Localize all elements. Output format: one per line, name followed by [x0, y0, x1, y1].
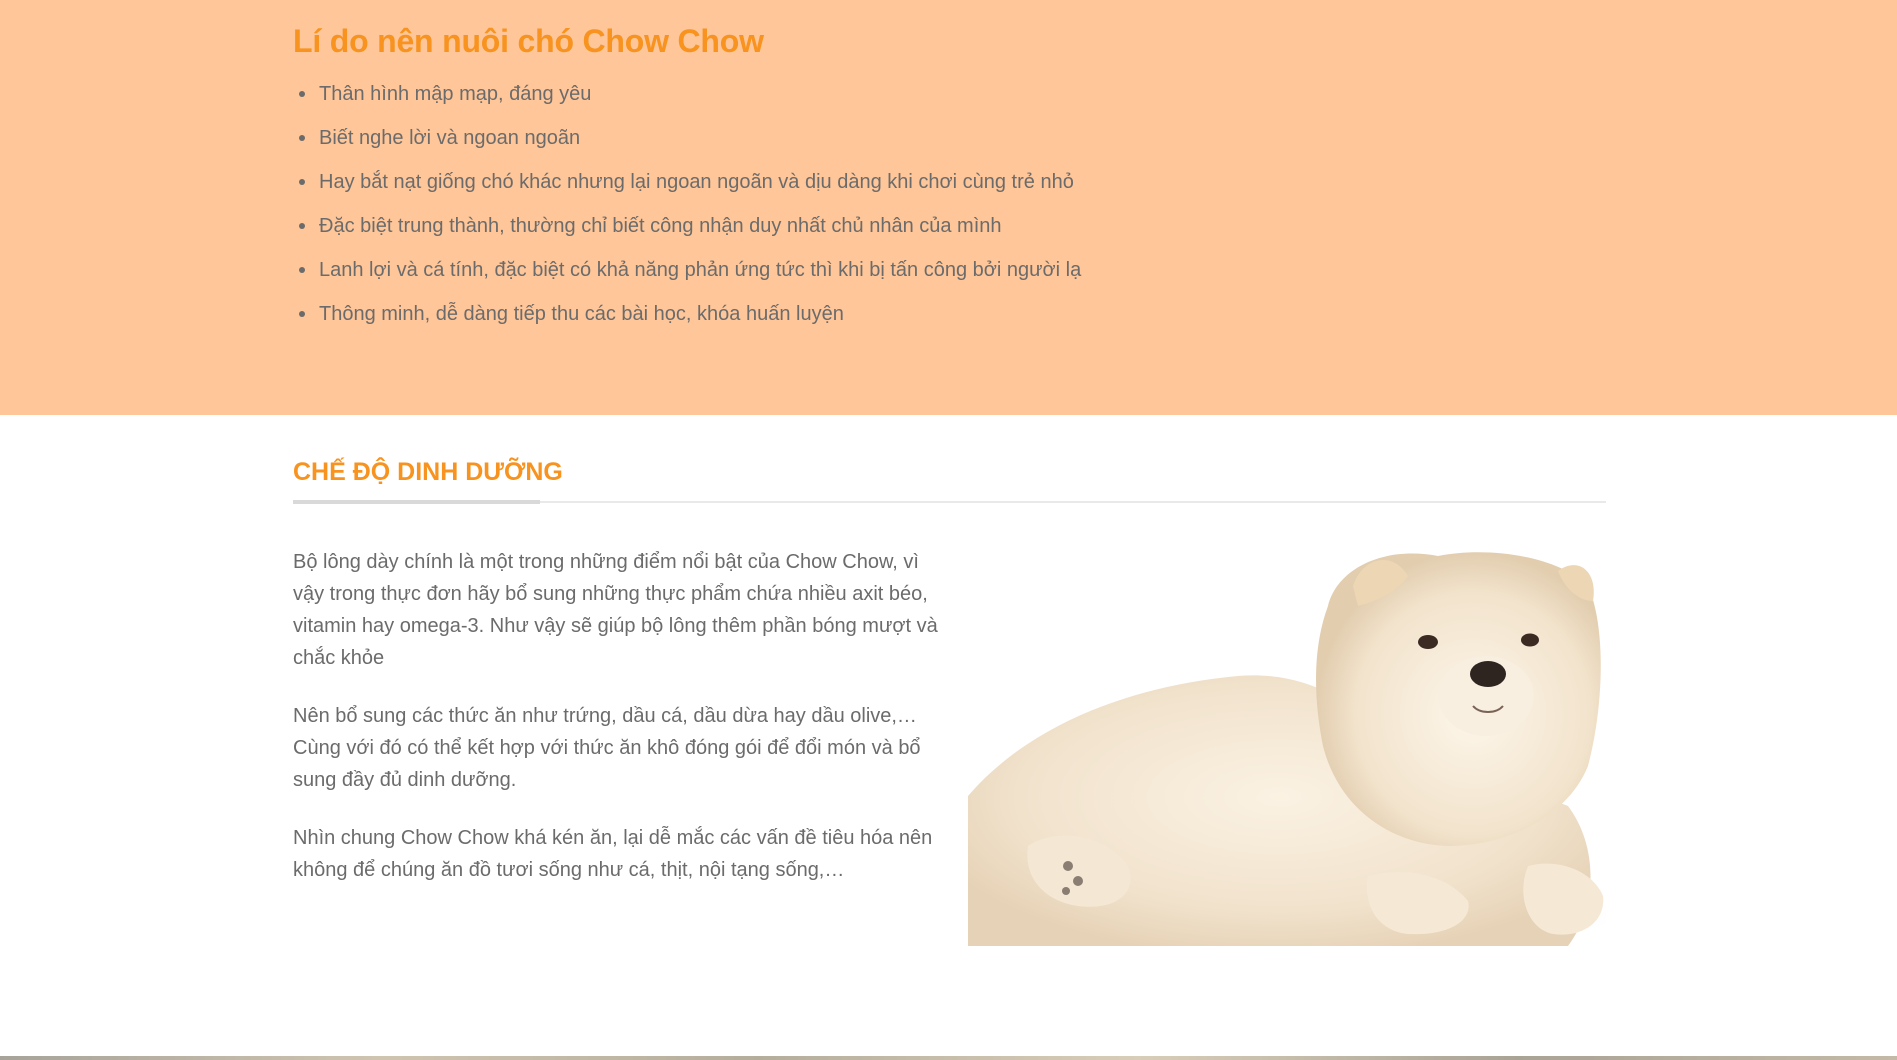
- bullet-icon: [299, 135, 305, 141]
- chow-chow-puppy-photo: [968, 546, 1606, 946]
- bullet-icon: [299, 311, 305, 317]
- heading-underline: [293, 500, 540, 504]
- footer-strip: [0, 1056, 1897, 1060]
- reasons-list: Thân hình mập mạp, đáng yêu Biết nghe lờ…: [293, 72, 1081, 336]
- bullet-icon: [299, 91, 305, 97]
- list-item-text: Thông minh, dễ dàng tiếp thu các bài học…: [319, 303, 844, 325]
- nutrition-paragraph: Nhìn chung Chow Chow khá kén ăn, lại dễ …: [293, 827, 933, 881]
- list-item: Lanh lợi và cá tính, đặc biệt có khả năn…: [293, 248, 1081, 292]
- list-item: Hay bắt nạt giống chó khác nhưng lại ngo…: [293, 160, 1081, 204]
- nutrition-paragraph: Bộ lông dày chính là một trong những điể…: [293, 551, 938, 669]
- bullet-icon: [299, 267, 305, 273]
- reasons-title: Lí do nên nuôi chó Chow Chow: [293, 23, 764, 59]
- bullet-icon: [299, 223, 305, 229]
- nutrition-heading: CHẾ ĐỘ DINH DƯỠNG: [293, 458, 563, 486]
- list-item-text: Lanh lợi và cá tính, đặc biệt có khả năn…: [319, 259, 1082, 281]
- list-item: Đặc biệt trung thành, thường chỉ biết cô…: [293, 204, 1081, 248]
- list-item: Thân hình mập mạp, đáng yêu: [293, 72, 1081, 116]
- list-item-text: Hay bắt nạt giống chó khác nhưng lại ngo…: [319, 171, 1074, 193]
- chow-chow-puppy-icon: [968, 546, 1606, 946]
- list-item-text: Thân hình mập mạp, đáng yêu: [319, 83, 592, 105]
- reasons-section: Lí do nên nuôi chó Chow Chow Thân hình m…: [0, 0, 1897, 415]
- list-item: Thông minh, dễ dàng tiếp thu các bài học…: [293, 292, 1081, 336]
- nutrition-paragraph: Nên bổ sung các thức ăn như trứng, dầu c…: [293, 705, 921, 791]
- list-item-text: Biết nghe lời và ngoan ngoãn: [319, 127, 581, 149]
- bullet-icon: [299, 179, 305, 185]
- nutrition-text: Bộ lông dày chính là một trong những điể…: [293, 546, 943, 912]
- list-item: Biết nghe lời và ngoan ngoãn: [293, 116, 1081, 160]
- list-item-text: Đặc biệt trung thành, thường chỉ biết cô…: [319, 215, 1002, 237]
